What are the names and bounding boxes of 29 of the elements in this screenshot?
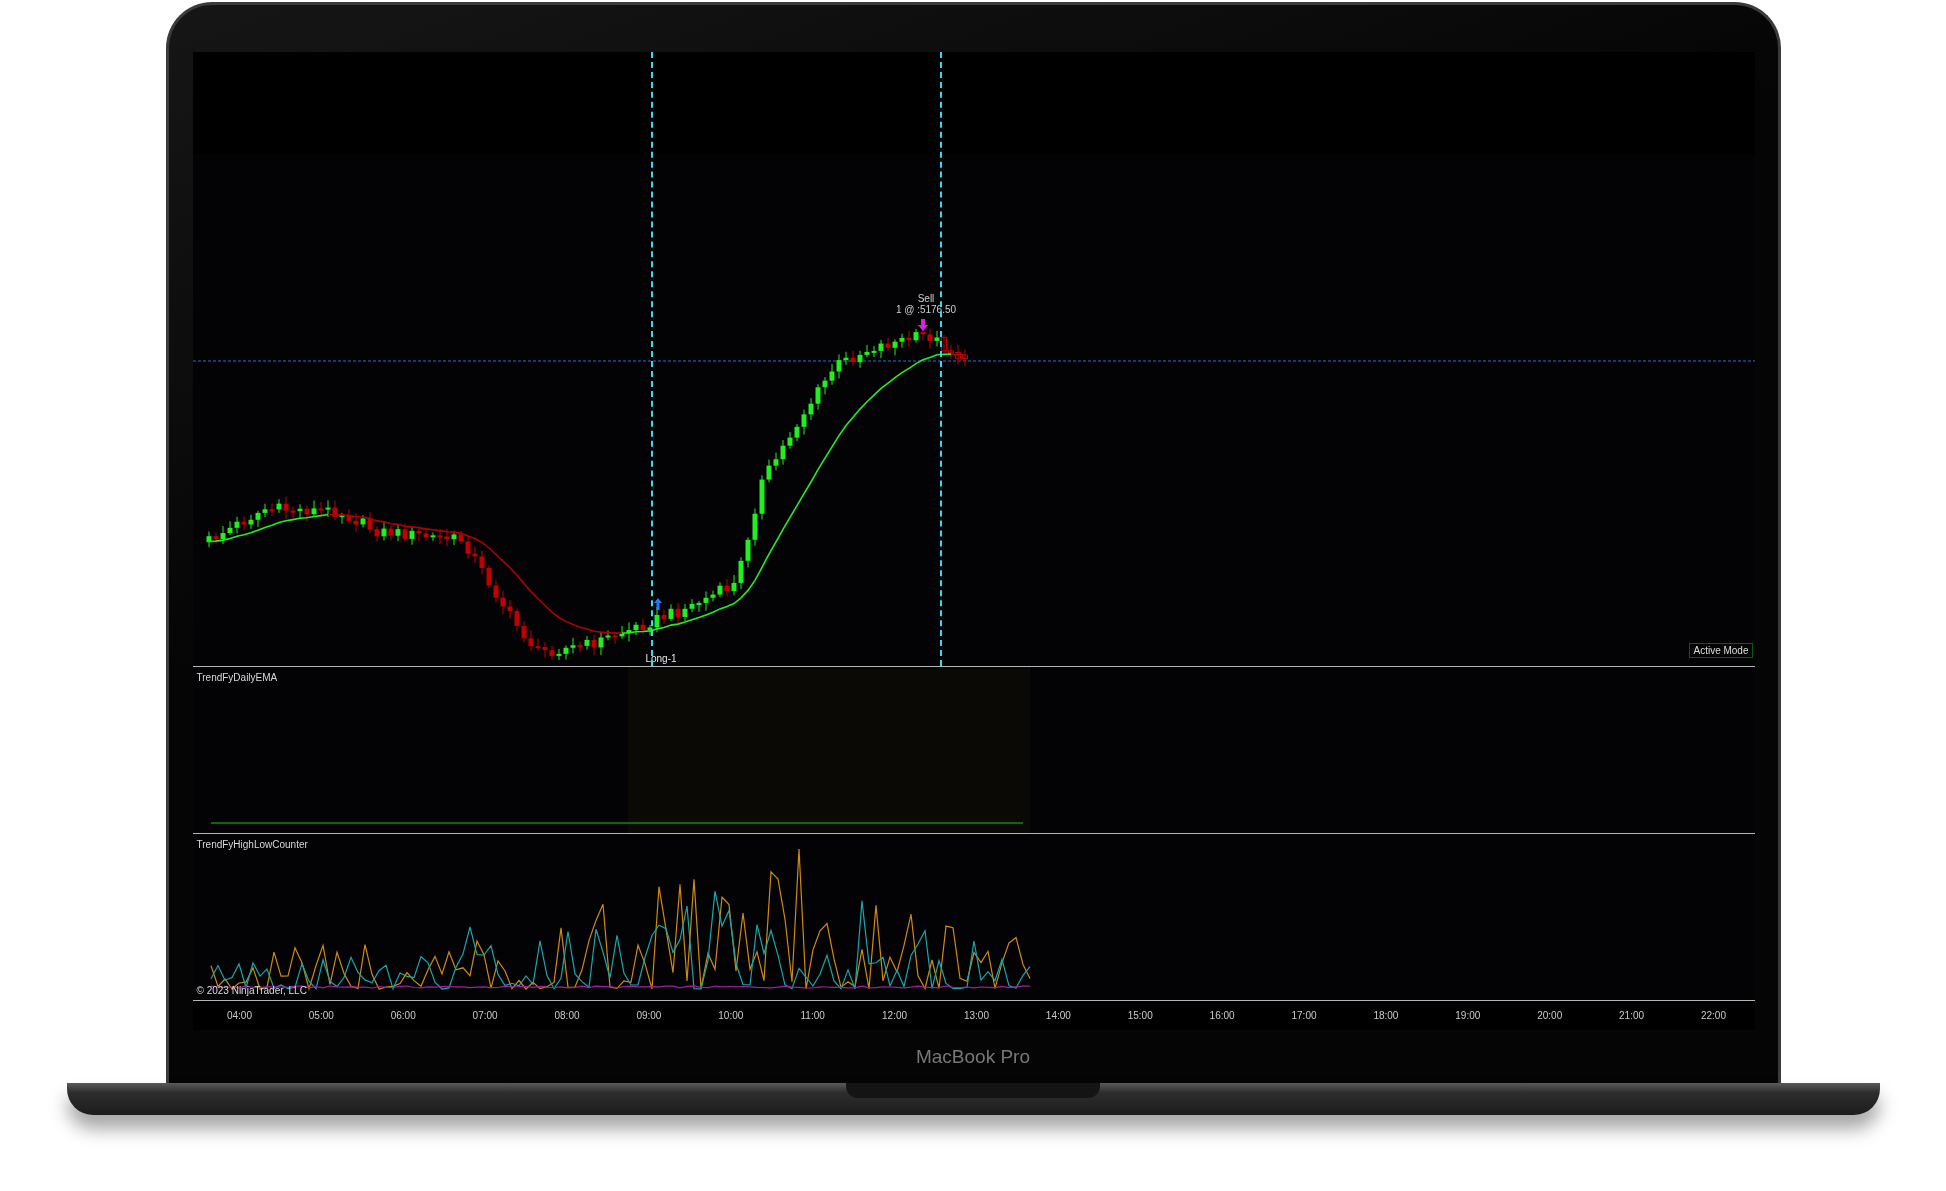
time-axis-label: 15:00 (1126, 1010, 1154, 1021)
time-axis-label: 18:00 (1372, 1010, 1400, 1021)
trade-detail: 1 @ :5176.50 (895, 304, 956, 315)
time-axis-label: 10:00 (717, 1010, 745, 1021)
time-axis-label: 04:00 (225, 1010, 253, 1021)
time-axis-label: 21:00 (1618, 1010, 1646, 1021)
device-label: MacBook Pro (915, 1045, 1030, 1068)
trade-label: Sell (917, 293, 934, 304)
trade-label: Long-1 (644, 653, 677, 664)
time-axis-label: 06:00 (389, 1010, 417, 1021)
time-axis-label: 22:00 (1699, 1010, 1727, 1021)
time-axis-label: 05:00 (307, 1010, 335, 1021)
panel-title: TrendFyHighLowCounter (196, 839, 308, 850)
sell-arrow-icon (917, 319, 928, 331)
time-axis-label: 08:00 (553, 1010, 581, 1021)
time-axis-label: 13:00 (962, 1010, 990, 1021)
time-axis-label: 16:00 (1208, 1010, 1236, 1021)
panel-title: TrendFyDailyEMA (196, 672, 278, 683)
time-axis-label: 20:00 (1536, 1010, 1564, 1021)
buy-arrow-icon (653, 598, 662, 610)
copyright-text: © 2023 NinjaTrader, LLC (196, 985, 307, 996)
time-axis-label: 14:00 (1044, 1010, 1072, 1021)
time-axis-label: 17:00 (1290, 1010, 1318, 1021)
time-axis-label: 07:00 (471, 1010, 499, 1021)
time-axis-label: 11:00 (799, 1010, 826, 1021)
mode-badge: Active Mode (1689, 643, 1753, 658)
time-axis-label: 12:00 (881, 1010, 909, 1021)
time-axis-label: 19:00 (1454, 1010, 1482, 1021)
time-axis-label: 09:00 (635, 1010, 663, 1021)
